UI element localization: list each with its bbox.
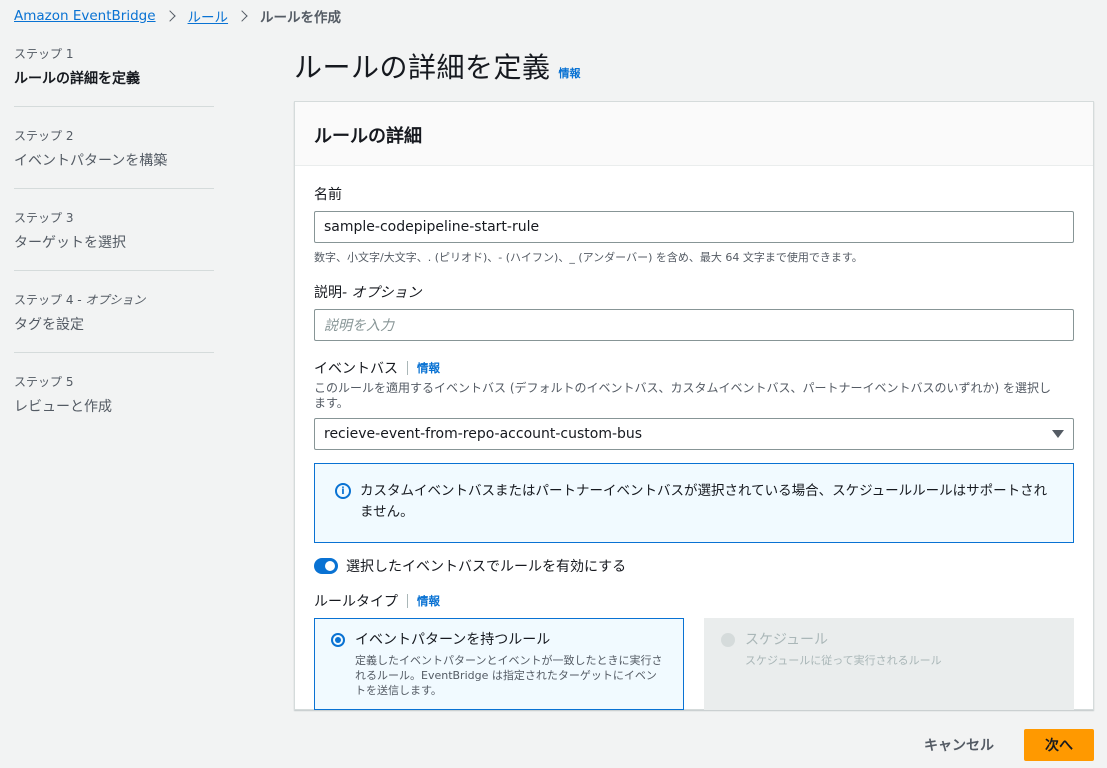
event-bus-description: このルールを適用するイベントバス (デフォルトのイベントバス、カスタムイベントバ… bbox=[314, 381, 1051, 410]
rule-type-label: ルールタイプ 情報 bbox=[314, 591, 1074, 611]
event-bus-selected-value: recieve-event-from-repo-account-custom-b… bbox=[324, 426, 643, 442]
wizard-steps: ステップ 1 ルールの詳細を定義 ステップ 2 イベントパターンを構築 ステップ… bbox=[14, 42, 214, 451]
chevron-right-icon bbox=[236, 10, 248, 22]
step-title: レビューと作成 bbox=[14, 399, 112, 415]
breadcrumb: Amazon EventBridge ルール ルールを作成 bbox=[14, 6, 341, 26]
breadcrumb-eventbridge-link[interactable]: Amazon EventBridge bbox=[14, 8, 156, 24]
alert-text: カスタムイベントバスまたはパートナーイベントバスが選択されている場合、スケジュー… bbox=[360, 483, 1048, 520]
step-optional-label: - オプション bbox=[73, 293, 146, 307]
step-number-text: ステップ 4 bbox=[14, 293, 74, 307]
description-label: 説明 - オプション bbox=[314, 282, 1074, 302]
event-bus-info-link[interactable]: 情報 bbox=[417, 360, 440, 376]
step-number: ステップ 2 bbox=[14, 129, 74, 143]
info-icon: i bbox=[335, 483, 351, 499]
step-title: ターゲットを選択 bbox=[14, 235, 126, 251]
description-input[interactable]: 説明を入力 bbox=[314, 309, 1074, 341]
panel-header: ルールの詳細 bbox=[295, 102, 1093, 166]
rule-type-info-link[interactable]: 情報 bbox=[417, 593, 440, 609]
radio-selected-icon bbox=[331, 633, 345, 647]
optional-label: - オプション bbox=[342, 285, 422, 301]
event-bus-label: イベントバス 情報 bbox=[314, 358, 1074, 378]
radio-disabled-icon bbox=[721, 633, 735, 647]
event-bus-label-text: イベントバス bbox=[314, 361, 398, 377]
name-input-value: sample-codepipeline-start-rule bbox=[324, 219, 540, 235]
event-bus-select[interactable]: recieve-event-from-repo-account-custom-b… bbox=[314, 418, 1074, 450]
step-number: ステップ 5 bbox=[14, 375, 74, 389]
description-placeholder: 説明を入力 bbox=[324, 318, 394, 334]
name-hint: 数字、小文字/大文字、. (ピリオド)、- (ハイフン)、_ (アンダーバー) … bbox=[314, 251, 863, 264]
chevron-right-icon bbox=[163, 10, 176, 22]
step-1[interactable]: ステップ 1 ルールの詳細を定義 bbox=[14, 42, 214, 107]
page-title: ルールの詳細を定義 bbox=[294, 51, 551, 84]
enable-rule-toggle[interactable] bbox=[314, 558, 338, 574]
step-number: ステップ 3 bbox=[14, 211, 74, 225]
description-label-text: 説明 bbox=[314, 285, 342, 301]
label-divider bbox=[407, 361, 408, 375]
step-2[interactable]: ステップ 2 イベントパターンを構築 bbox=[14, 124, 214, 189]
step-title: イベントパターンを構築 bbox=[14, 153, 168, 169]
step-4[interactable]: ステップ 4 - オプション タグを設定 bbox=[14, 288, 214, 353]
step-number: ステップ 1 bbox=[14, 47, 74, 61]
name-label-text: 名前 bbox=[314, 187, 342, 203]
card-description: スケジュールに従って実行されるルール bbox=[745, 654, 942, 667]
next-button[interactable]: 次へ bbox=[1024, 729, 1094, 761]
rule-type-schedule-card: スケジュール スケジュールに従って実行されるルール bbox=[704, 618, 1074, 710]
step-title: タグを設定 bbox=[14, 317, 84, 333]
rule-details-form: 名前 sample-codepipeline-start-rule 数字、小文字… bbox=[295, 184, 1093, 710]
breadcrumb-current: ルールを作成 bbox=[260, 10, 342, 26]
step-title: ルールの詳細を定義 bbox=[14, 71, 140, 87]
label-divider bbox=[407, 594, 408, 608]
step-5[interactable]: ステップ 5 レビューと作成 bbox=[14, 370, 214, 434]
info-link[interactable]: 情報 bbox=[559, 65, 581, 81]
name-input[interactable]: sample-codepipeline-start-rule bbox=[314, 211, 1074, 243]
page-header: ルールの詳細を定義 情報 bbox=[294, 46, 581, 86]
step-3[interactable]: ステップ 3 ターゲットを選択 bbox=[14, 206, 214, 271]
step-number: ステップ 4 - オプション bbox=[14, 291, 214, 308]
caret-down-icon bbox=[1052, 430, 1064, 438]
name-label: 名前 bbox=[314, 184, 1074, 204]
breadcrumb-rules-link[interactable]: ルール bbox=[188, 6, 229, 26]
card-title: イベントパターンを持つルール bbox=[355, 632, 551, 648]
info-alert: i カスタムイベントバスまたはパートナーイベントバスが選択されている場合、スケジ… bbox=[314, 463, 1074, 543]
rule-type-label-text: ルールタイプ bbox=[314, 594, 398, 610]
card-title: スケジュール bbox=[745, 632, 829, 648]
cancel-button[interactable]: キャンセル bbox=[914, 730, 1004, 760]
enable-rule-toggle-row: 選択したイベントバスでルールを有効にする bbox=[314, 556, 1074, 576]
card-description: 定義したイベントパターンとイベントが一致したときに実行されるルール。EventB… bbox=[355, 654, 663, 697]
rule-details-panel: ルールの詳細 名前 sample-codepipeline-start-rule… bbox=[294, 101, 1094, 710]
rule-type-options: イベントパターンを持つルール 定義したイベントパターンとイベントが一致したときに… bbox=[314, 618, 1074, 710]
toggle-label: 選択したイベントバスでルールを有効にする bbox=[346, 559, 627, 575]
rule-type-event-pattern-card[interactable]: イベントパターンを持つルール 定義したイベントパターンとイベントが一致したときに… bbox=[314, 618, 684, 710]
